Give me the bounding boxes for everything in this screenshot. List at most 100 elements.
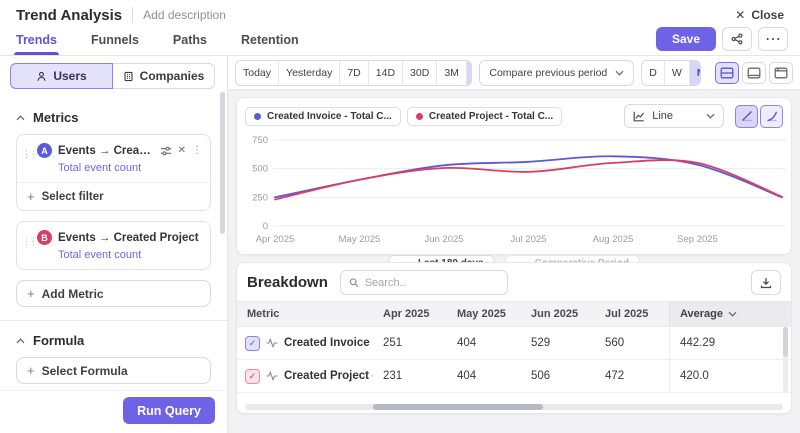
- chart-type-dropdown[interactable]: Line: [624, 104, 724, 128]
- svg-text:Sep 2025: Sep 2025: [677, 234, 718, 245]
- chevron-down-icon: [706, 113, 715, 119]
- scrollbar-thumb[interactable]: [783, 327, 788, 357]
- row-checkbox[interactable]: ✓: [245, 336, 260, 351]
- share-button[interactable]: [722, 27, 752, 51]
- date-toolbar: Today Yesterday 7D 14D 30D 3M 6M Compare…: [228, 56, 800, 90]
- metric-card-b: ⋮⋮ B Events → Created Project Total even…: [16, 221, 211, 270]
- layout-split-button[interactable]: [715, 62, 739, 84]
- tab-retention[interactable]: Retention: [241, 33, 299, 55]
- svg-text:250: 250: [252, 192, 268, 203]
- range-6m[interactable]: 6M: [467, 61, 472, 85]
- drag-handle-icon[interactable]: ⋮⋮: [22, 238, 36, 245]
- cumulative-mode-button[interactable]: [760, 105, 783, 128]
- metric-b-aggregation[interactable]: Total event count: [58, 249, 210, 261]
- layout-table-button[interactable]: [769, 62, 793, 84]
- compare-dropdown[interactable]: Compare previous period: [479, 60, 634, 86]
- scope-users-button[interactable]: Users: [10, 63, 113, 89]
- svg-text:0: 0: [263, 221, 268, 232]
- tab-funnels[interactable]: Funnels: [91, 33, 139, 55]
- scope-companies-button[interactable]: Companies: [113, 63, 215, 89]
- more-options-button[interactable]: ⋯: [758, 27, 788, 51]
- cell-value: 404: [447, 337, 521, 349]
- cumulative-curve-icon: [766, 110, 778, 122]
- add-metric-button[interactable]: + Add Metric: [16, 280, 211, 307]
- legend-chip-invoice[interactable]: Created Invoice - Total C...: [245, 107, 401, 126]
- range-14d[interactable]: 14D: [369, 61, 403, 85]
- sliders-icon[interactable]: [160, 146, 172, 156]
- legend-chip-project[interactable]: Created Project - Total C...: [407, 107, 562, 126]
- nav-tabs-row: Trends Funnels Paths Retention Save ⋯: [0, 30, 800, 56]
- granularity-group: D W M: [641, 60, 701, 86]
- svg-text:500: 500: [252, 164, 268, 175]
- layout-chart-button[interactable]: [742, 62, 766, 84]
- range-7d[interactable]: 7D: [340, 61, 368, 85]
- plus-icon: +: [27, 363, 35, 378]
- row-checkbox[interactable]: ✓: [245, 369, 260, 384]
- col-jul[interactable]: Jul 2025: [595, 308, 669, 320]
- close-button[interactable]: ✕ Close: [735, 8, 784, 22]
- add-description[interactable]: Add description: [143, 8, 226, 22]
- section-formula[interactable]: Formula: [16, 333, 211, 348]
- col-jun[interactable]: Jun 2025: [521, 308, 595, 320]
- cell-value: 472: [595, 370, 669, 382]
- linear-mode-button[interactable]: [735, 105, 758, 128]
- cell-value: 529: [521, 337, 595, 349]
- col-may[interactable]: May 2025: [447, 308, 521, 320]
- main-panel: Today Yesterday 7D 14D 30D 3M 6M Compare…: [228, 56, 800, 433]
- range-3m[interactable]: 3M: [437, 61, 467, 85]
- range-today[interactable]: Today: [236, 61, 279, 85]
- metric-a-aggregation[interactable]: Total event count: [58, 162, 210, 174]
- col-apr[interactable]: Apr 2025: [373, 308, 447, 320]
- title-divider: [132, 7, 133, 23]
- table-row[interactable]: ✓ Created Project - Total Count 231 404 …: [237, 360, 791, 393]
- svg-text:Jun 2025: Jun 2025: [424, 234, 463, 245]
- svg-text:May 2025: May 2025: [339, 234, 381, 245]
- search-input[interactable]: [365, 277, 499, 289]
- close-icon: ✕: [735, 8, 745, 22]
- table-row[interactable]: ✓ Created Invoice - Total Count 251 404 …: [237, 327, 791, 360]
- trend-chart-svg[interactable]: 0250500750Apr 2025May 2025Jun 2025Jul 20…: [245, 128, 788, 250]
- run-query-button[interactable]: Run Query: [123, 397, 215, 424]
- plus-icon: +: [27, 286, 35, 301]
- metric-a-select-filter[interactable]: + Select filter: [17, 182, 210, 210]
- section-metrics[interactable]: Metrics: [16, 110, 211, 125]
- col-metric[interactable]: Metric: [237, 308, 373, 320]
- metric-a-row[interactable]: A Events → Created Invoice ✕ ⋮: [17, 135, 210, 160]
- body-row: Users Companies Metrics ⋮⋮ A Event: [0, 56, 800, 433]
- scrollbar-thumb[interactable]: [373, 404, 543, 410]
- tab-paths[interactable]: Paths: [173, 33, 207, 55]
- table-horizontal-scrollbar[interactable]: [245, 404, 783, 410]
- download-icon: [760, 277, 772, 289]
- kebab-menu-icon[interactable]: ⋮: [192, 145, 202, 156]
- download-button[interactable]: [751, 270, 781, 295]
- user-icon: [36, 71, 47, 82]
- metric-a-label[interactable]: Events → Created Invoice: [58, 145, 154, 157]
- save-button[interactable]: Save: [656, 27, 716, 51]
- remove-metric-icon[interactable]: ✕: [178, 145, 186, 156]
- cell-value: 506: [521, 370, 595, 382]
- pulse-icon: [266, 371, 278, 381]
- granularity-day[interactable]: D: [642, 61, 665, 85]
- range-30d[interactable]: 30D: [403, 61, 437, 85]
- metric-b-row[interactable]: B Events → Created Project: [17, 222, 210, 247]
- row-metric-cell: ✓ Created Invoice - Total Count: [237, 336, 373, 351]
- metric-b-label[interactable]: Events → Created Project: [58, 232, 202, 244]
- sidebar-scrollbar[interactable]: [220, 92, 225, 234]
- sort-chevron-icon: [728, 311, 737, 317]
- table-vertical-scrollbar[interactable]: [783, 327, 788, 393]
- cell-value: 560: [595, 337, 669, 349]
- chart-header: Created Invoice - Total C... Created Pro…: [245, 104, 783, 128]
- col-average[interactable]: Average: [669, 302, 791, 326]
- tab-trends[interactable]: Trends: [16, 33, 57, 55]
- granularity-week[interactable]: W: [665, 61, 690, 85]
- select-formula-button[interactable]: + Select Formula: [16, 357, 211, 384]
- svg-text:750: 750: [252, 135, 268, 146]
- sidebar-footer: Run Query: [0, 390, 227, 433]
- layout-bottom-icon: [747, 67, 761, 79]
- range-yesterday[interactable]: Yesterday: [279, 61, 340, 85]
- breakdown-search[interactable]: [340, 270, 508, 295]
- trend-analysis-app: Trend Analysis Add description ✕ Close T…: [0, 0, 800, 433]
- drag-handle-icon[interactable]: ⋮⋮: [22, 151, 36, 158]
- more-icon: ⋯: [765, 29, 781, 49]
- granularity-month[interactable]: M: [690, 61, 701, 85]
